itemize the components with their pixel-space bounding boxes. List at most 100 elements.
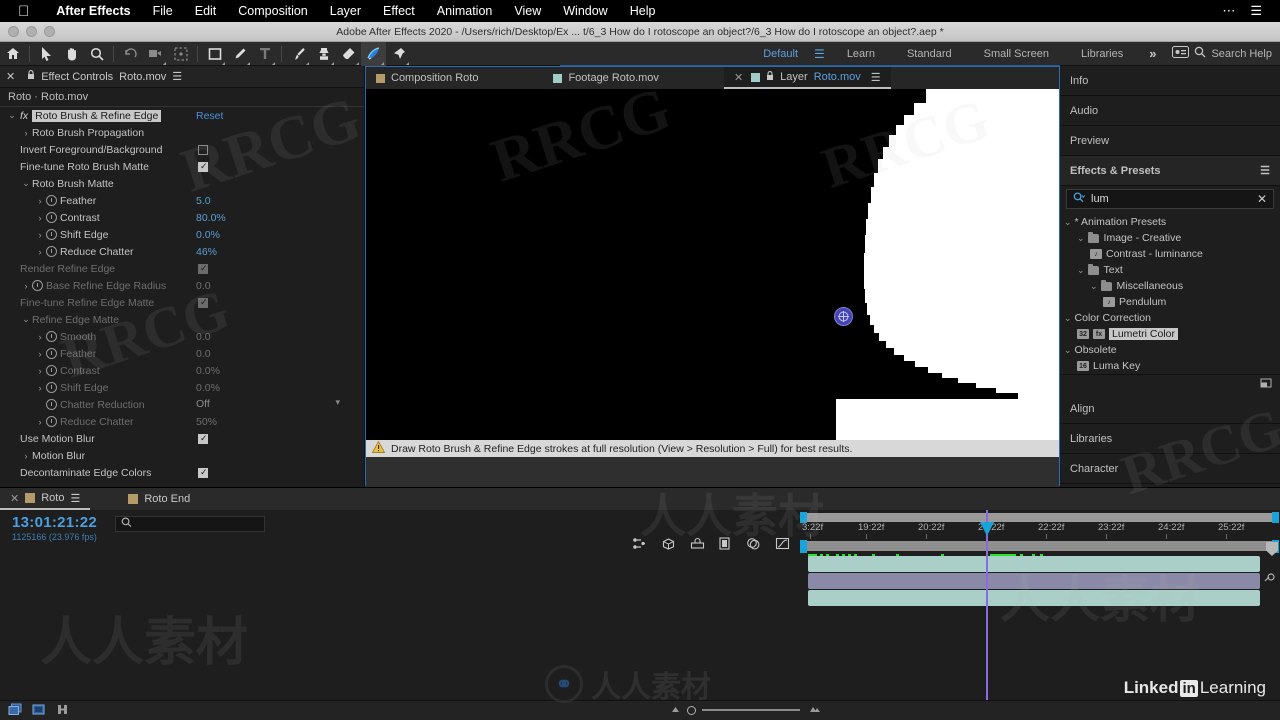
property-value[interactable]: 0.0% [196,229,220,241]
menu-item-file[interactable]: File [142,4,184,18]
zoom-magnifier-icon[interactable] [84,42,109,66]
chevron-down-icon[interactable]: ▾ [335,397,340,408]
twirl-right-icon[interactable]: › [34,196,46,206]
effect-property-row[interactable]: Chatter Reduction Off ▾ [0,396,364,413]
3d-renderer-icon[interactable] [661,537,676,553]
property-value[interactable]: 0.0% [196,382,220,394]
effect-controls-tab[interactable]: ✕ Effect Controls Roto.mov ☰ [0,66,364,88]
twirl-right-icon[interactable]: › [34,230,46,240]
selection-arrow-icon[interactable] [34,42,59,66]
property-value[interactable]: 0.0 [196,280,211,292]
timeline-clip-bar[interactable] [808,556,1260,572]
graph-editor-icon[interactable] [746,537,761,553]
effects-tree-item[interactable]: ⌄ Color Correction [1060,310,1280,326]
clone-stamp-icon[interactable] [311,42,336,66]
zoom-slider-thumb[interactable] [687,705,696,715]
panel-menu-icon[interactable]: ☰ [70,492,80,505]
twirl-right-icon[interactable]: › [34,383,46,393]
property-checkbox[interactable] [198,144,208,155]
stopwatch-icon[interactable] [46,195,57,206]
property-value[interactable]: 50% [196,416,217,428]
workspace-tab-libraries[interactable]: Libraries [1065,48,1139,60]
property-checkbox[interactable] [198,466,208,478]
effects-tree-item[interactable]: ⌄ Miscellaneous [1060,278,1280,294]
stopwatch-icon[interactable] [32,280,43,291]
brush-icon[interactable] [286,42,311,66]
viewer-tab-composition[interactable]: Composition Roto [366,67,488,89]
menu-item-edit[interactable]: Edit [184,4,228,18]
menu-item-animation[interactable]: Animation [426,4,504,18]
property-checkbox[interactable] [198,262,208,274]
viewer-tab-layer[interactable]: ✕ Layer Roto.mov ☰ [723,67,891,89]
workspace-tab-learn[interactable]: Learn [831,48,891,60]
timeline-work-area-row[interactable] [804,541,1274,551]
work-area-in-handle[interactable] [800,540,807,553]
curve-icon[interactable] [775,537,790,553]
effect-property-row[interactable]: › Reduce Chatter 46% [0,243,364,260]
timeline-tab-roto[interactable]: ✕ Roto ☰ [0,488,91,510]
rectangle-shape-icon[interactable] [202,42,227,66]
twirl-right-icon[interactable]: › [34,417,46,427]
effects-search-value[interactable]: lum [1091,193,1251,205]
new-folder-icon[interactable] [1260,377,1272,391]
new-folder-icon[interactable] [32,703,46,719]
apple-icon[interactable]:  [18,4,29,19]
effect-property-row[interactable]: › Contrast 80.0% [0,209,364,226]
effect-property-row[interactable]: › Shift Edge 0.0% [0,379,364,396]
camera-orbit-icon[interactable] [143,42,168,66]
effects-tree-item[interactable]: ⌄ Text [1060,262,1280,278]
property-dropdown[interactable]: Off ▾ [196,397,346,411]
close-icon[interactable]: ✕ [6,70,15,83]
twirl-right-icon[interactable]: › [34,366,46,376]
property-checkbox[interactable] [198,296,208,308]
menu-item-window[interactable]: Window [552,4,618,18]
rotation-icon[interactable] [118,42,143,66]
lock-icon[interactable] [27,70,35,83]
zoom-slider-track[interactable] [702,709,800,711]
twirl-down-icon[interactable]: ⌄ [6,110,18,121]
effect-property-row[interactable]: Invert Foreground/Background [0,141,364,158]
lock-icon[interactable] [766,70,774,84]
character-panel-tab[interactable]: Character [1060,454,1280,484]
property-value[interactable]: 0.0% [196,365,220,377]
property-value[interactable]: 80.0% [196,212,226,224]
close-icon[interactable]: ✕ [734,71,743,84]
stopwatch-icon[interactable] [46,365,57,376]
viewer-time-ruler[interactable]: 3:22f19:22f20:22f21:22f22:22f23:22f24:22… [366,457,1059,491]
pan-behind-anchor-icon[interactable] [168,42,193,66]
stopwatch-icon[interactable] [46,331,57,342]
timeline-search-field[interactable] [115,516,266,532]
effect-property-row[interactable]: › Reduce Chatter 50% [0,413,364,430]
workspace-tab-small-screen[interactable]: Small Screen [968,48,1065,60]
menu-item-after-effects[interactable]: After Effects [45,4,141,18]
current-time-display[interactable]: 13:01:21:22 1125166 (23.976 fps) [0,510,97,542]
twirl-right-icon[interactable]: › [20,281,32,291]
search-help-label[interactable]: Search Help [1211,48,1272,60]
home-icon[interactable] [0,42,25,66]
twirl-down-icon[interactable]: ⌄ [1064,217,1072,228]
align-panel-tab[interactable]: Align [1060,394,1280,424]
effect-property-row[interactable]: Fine-tune Refine Edge Matte [0,294,364,311]
hand-icon[interactable] [59,42,84,66]
effect-property-row[interactable]: Decontaminate Edge Colors [0,464,364,481]
effect-property-row[interactable]: › Roto Brush Propagation [0,124,364,141]
property-value[interactable]: 0.0 [196,331,211,343]
new-comp-icon[interactable] [8,703,22,719]
audio-panel-tab[interactable]: Audio [1060,96,1280,126]
preview-panel-tab[interactable]: Preview [1060,126,1280,156]
twirl-right-icon[interactable]: › [34,213,46,223]
effects-tree-item[interactable]: ⌄ * Animation Presets [1060,214,1280,230]
property-checkbox[interactable] [198,432,208,444]
effect-property-row[interactable]: Fine-tune Roto Brush Matte [0,158,364,175]
timeline-work-area-bar[interactable] [804,513,1274,522]
property-checkbox[interactable] [198,160,208,172]
timeline-clip-bar[interactable] [808,573,1260,589]
effect-property-row[interactable]: Use Motion Blur [0,430,364,447]
stopwatch-icon[interactable] [46,229,57,240]
twirl-right-icon[interactable]: › [34,349,46,359]
effects-tree-item[interactable]: 32 fx Lumetri Color [1060,326,1280,342]
info-panel-tab[interactable]: Info [1060,66,1280,96]
viewer-tab-footage[interactable]: Footage Roto.mov [543,67,669,89]
timeline-playhead[interactable] [986,510,988,700]
menu-item-effect[interactable]: Effect [372,4,426,18]
